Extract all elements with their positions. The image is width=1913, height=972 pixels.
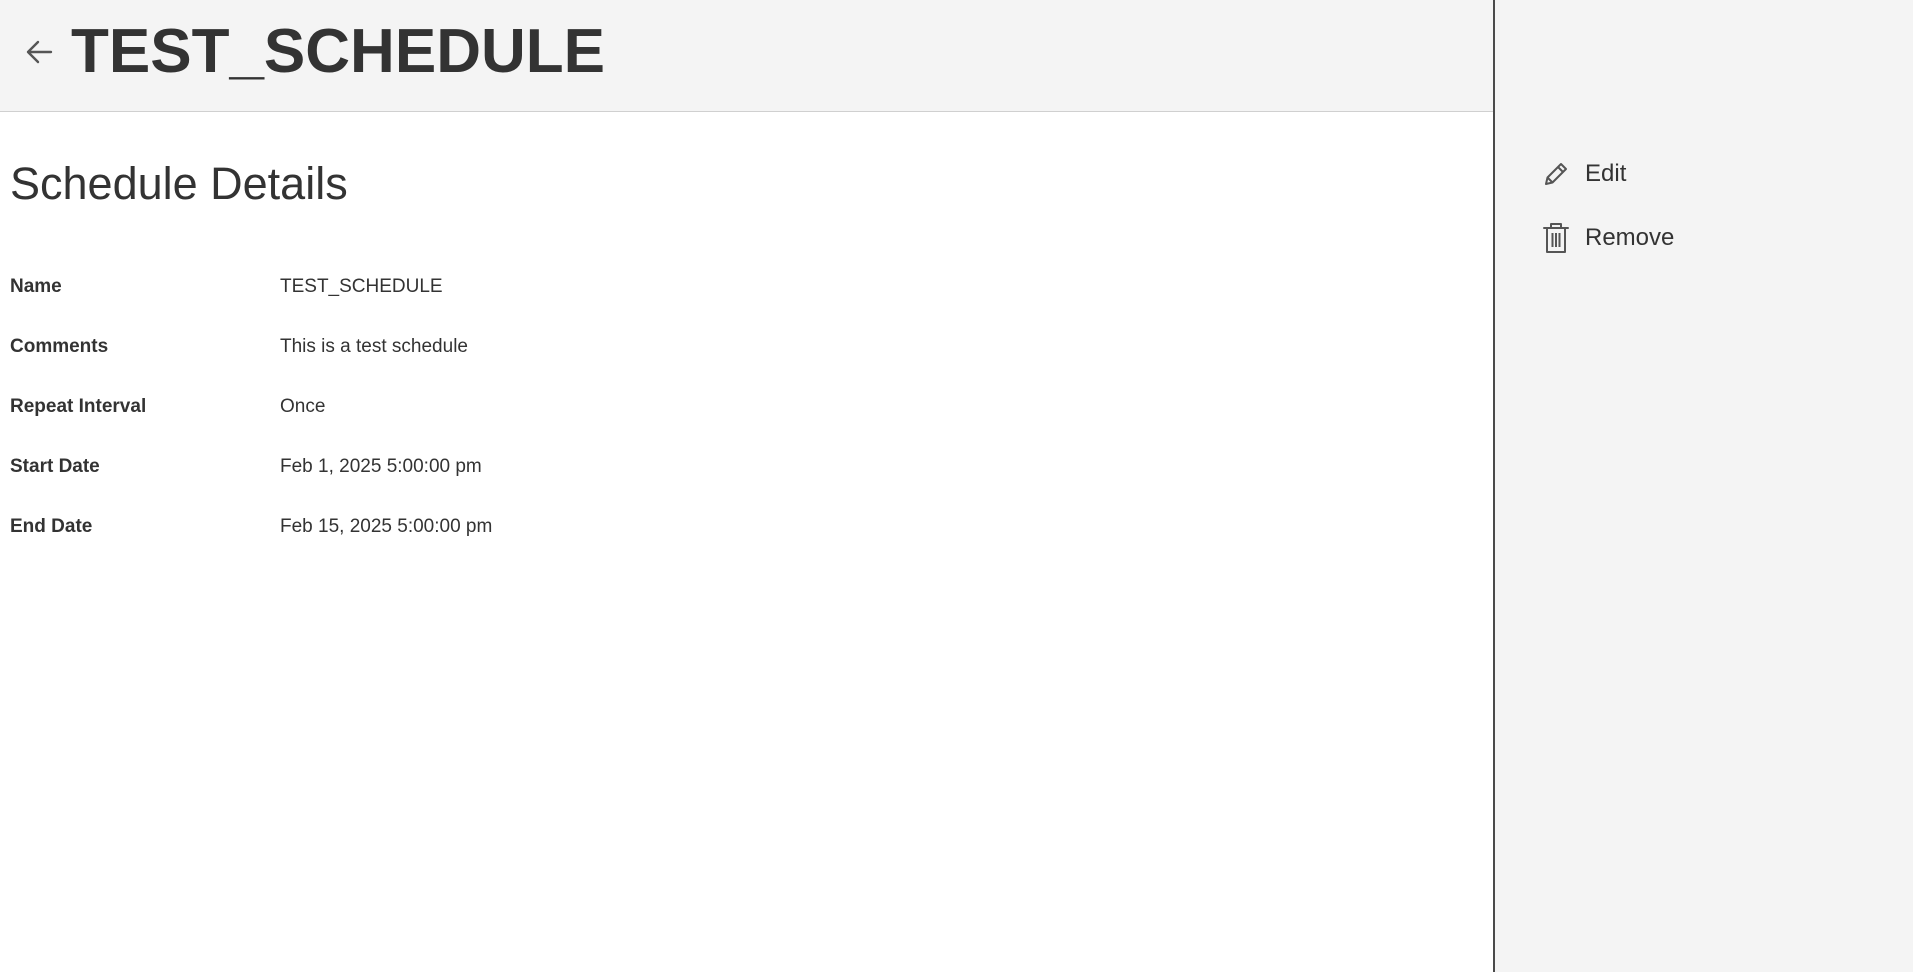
detail-label: Comments bbox=[10, 336, 109, 357]
page-header: TEST_SCHEDULE bbox=[0, 0, 1493, 112]
pencil-icon bbox=[1541, 157, 1571, 191]
app-window: TEST_SCHEDULE Schedule Details Name TEST… bbox=[0, 0, 1913, 972]
detail-row-repeat-interval: Repeat Interval Once bbox=[10, 392, 910, 452]
detail-value: TEST_SCHEDULE bbox=[280, 276, 443, 297]
detail-label: Start Date bbox=[10, 456, 100, 477]
detail-row-start-date: Start Date Feb 1, 2025 5:00:00 pm bbox=[10, 452, 910, 512]
page-title: TEST_SCHEDULE bbox=[71, 17, 605, 86]
section-title: Schedule Details bbox=[10, 158, 348, 209]
actions-panel: Edit Remove bbox=[1495, 0, 1913, 972]
detail-label: End Date bbox=[10, 516, 93, 537]
back-button[interactable] bbox=[18, 34, 60, 70]
arrow-left-icon bbox=[26, 40, 53, 64]
main-content: TEST_SCHEDULE Schedule Details Name TEST… bbox=[0, 0, 1493, 972]
remove-button[interactable]: Remove bbox=[1541, 218, 1674, 258]
edit-label: Edit bbox=[1585, 160, 1627, 187]
remove-label: Remove bbox=[1585, 224, 1675, 251]
detail-value: This is a test schedule bbox=[280, 336, 468, 357]
detail-row-end-date: End Date Feb 15, 2025 5:00:00 pm bbox=[10, 512, 910, 572]
details-list: Name TEST_SCHEDULE Comments This is a te… bbox=[10, 272, 910, 572]
detail-label: Repeat Interval bbox=[10, 396, 147, 417]
trash-icon bbox=[1541, 221, 1571, 255]
detail-value: Feb 1, 2025 5:00:00 pm bbox=[280, 456, 482, 477]
detail-row-name: Name TEST_SCHEDULE bbox=[10, 272, 910, 332]
edit-button[interactable]: Edit bbox=[1541, 154, 1626, 194]
detail-label: Name bbox=[10, 276, 62, 297]
detail-value: Once bbox=[280, 396, 326, 417]
detail-value: Feb 15, 2025 5:00:00 pm bbox=[280, 516, 493, 537]
detail-row-comments: Comments This is a test schedule bbox=[10, 332, 910, 392]
